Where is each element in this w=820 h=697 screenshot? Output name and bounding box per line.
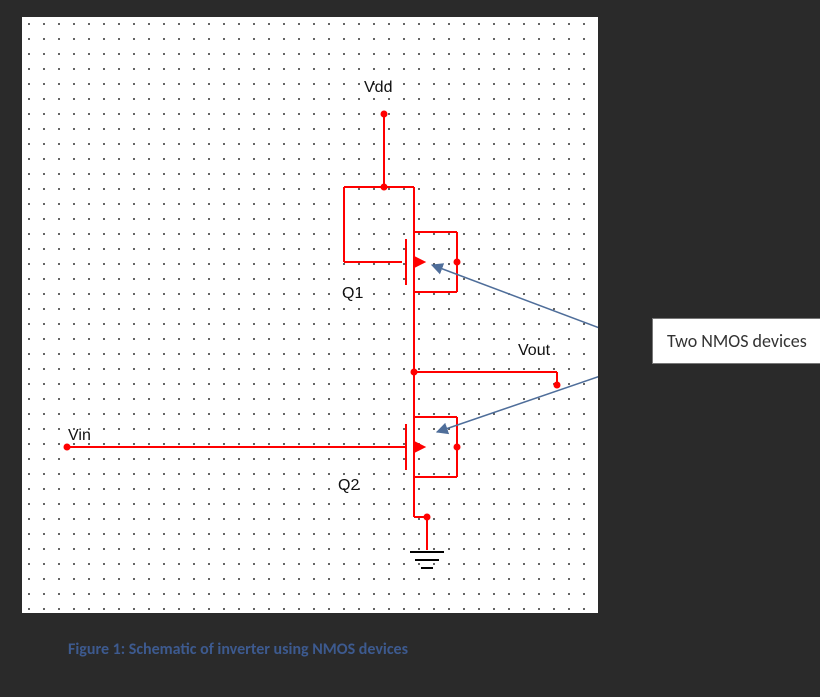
figure-caption: Figure 1: Schematic of inverter using NM… [68, 640, 408, 659]
stage: Vdd Vout Vin Q1 Q2 Two NMOS devices Figu… [0, 0, 820, 697]
annotation-text: Two NMOS devices [667, 330, 807, 352]
label-vin: Vin [68, 427, 91, 445]
label-vdd: Vdd [364, 79, 392, 97]
label-q2: Q2 [338, 477, 359, 495]
label-q1: Q1 [342, 285, 363, 303]
schematic-svg [22, 17, 598, 613]
annotation-callout: Two NMOS devices [652, 318, 820, 364]
schematic-canvas: Vdd Vout Vin Q1 Q2 [22, 17, 598, 613]
label-vout: Vout [518, 342, 550, 360]
